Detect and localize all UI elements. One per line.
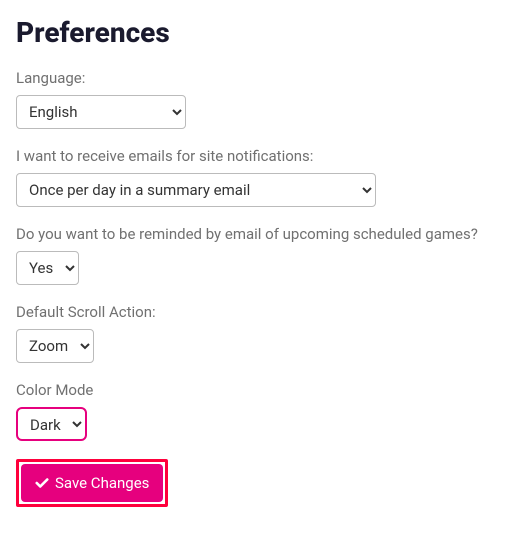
scroll-label: Default Scroll Action: [16,303,493,321]
color-mode-group: Color Mode Dark [16,381,493,441]
reminders-select[interactable]: Yes [16,251,79,285]
check-icon [35,476,49,490]
reminders-group: Do you want to be reminded by email of u… [16,225,493,285]
scroll-select[interactable]: Zoom [16,329,94,363]
language-select[interactable]: English [16,95,186,129]
reminders-label: Do you want to be reminded by email of u… [16,225,493,243]
save-button-highlight: Save Changes [16,459,168,507]
language-group: Language: English [16,69,493,129]
emails-select[interactable]: Once per day in a summary email [16,173,376,207]
emails-group: I want to receive emails for site notifi… [16,147,493,207]
save-button-label: Save Changes [55,474,149,492]
save-button[interactable]: Save Changes [21,464,163,502]
page-title: Preferences [16,16,493,49]
language-label: Language: [16,69,493,87]
emails-label: I want to receive emails for site notifi… [16,147,493,165]
scroll-group: Default Scroll Action: Zoom [16,303,493,363]
color-mode-select[interactable]: Dark [16,407,87,441]
color-mode-label: Color Mode [16,381,493,399]
